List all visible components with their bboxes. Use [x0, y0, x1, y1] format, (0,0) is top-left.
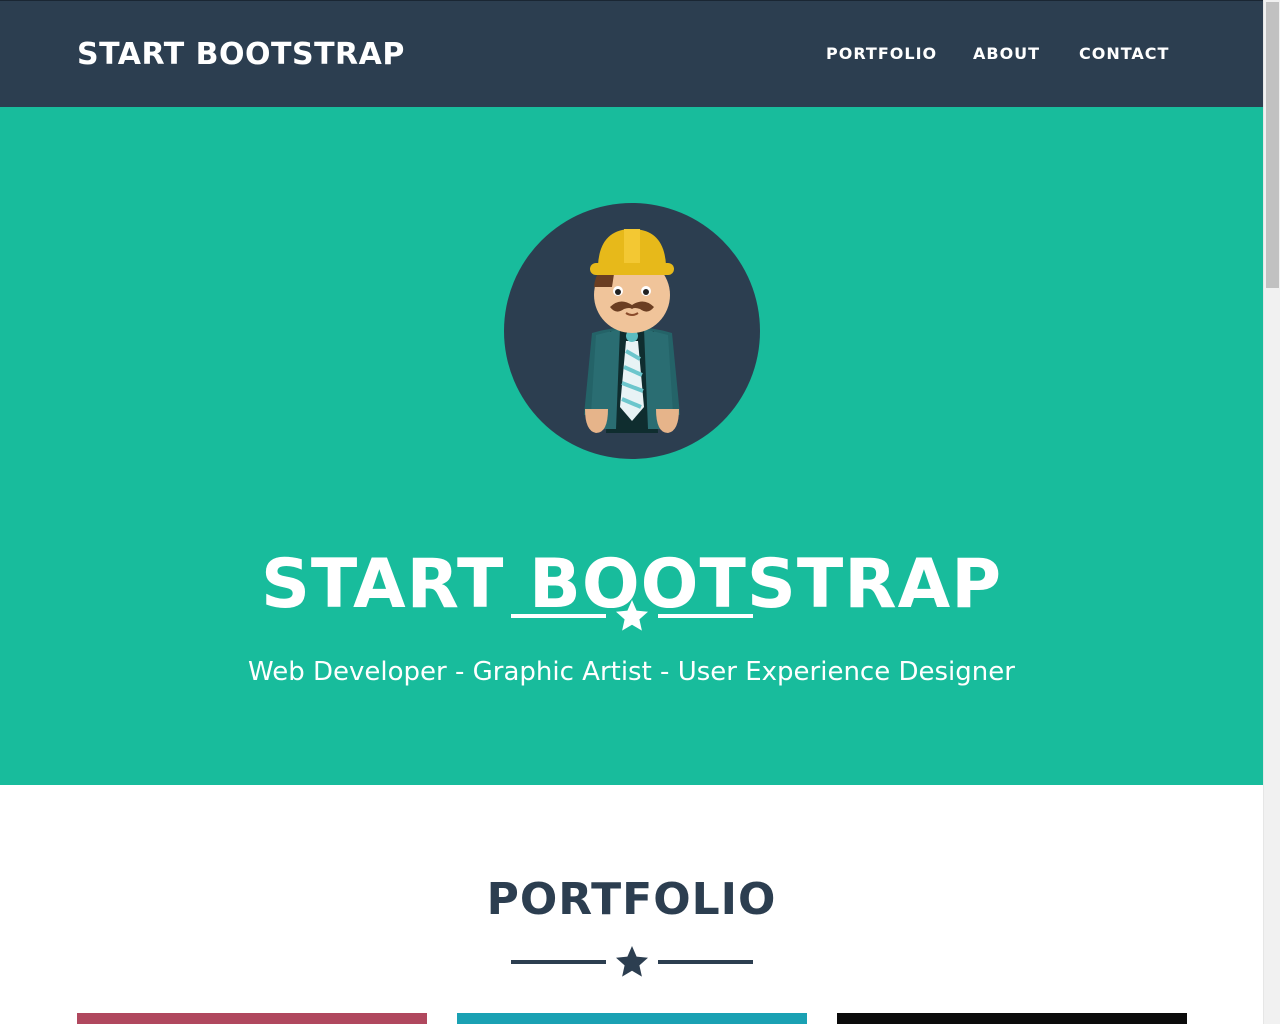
portfolio-item-2[interactable] — [457, 1013, 807, 1024]
divider-line — [658, 960, 753, 964]
scrollbar-thumb[interactable] — [1266, 2, 1279, 288]
divider-line — [658, 614, 753, 618]
divider-line — [511, 614, 606, 618]
vertical-scrollbar[interactable] — [1263, 0, 1280, 1024]
navbar: START BOOTSTRAP PORTFOLIO ABOUT CONTACT — [0, 0, 1263, 107]
portfolio-title: PORTFOLIO — [486, 874, 777, 925]
page: START BOOTSTRAP PORTFOLIO ABOUT CONTACT — [0, 0, 1263, 1024]
divider-line — [511, 960, 606, 964]
portfolio-item-1[interactable] — [77, 1013, 427, 1024]
nav-link-contact[interactable]: CONTACT — [1079, 44, 1169, 64]
navbar-brand[interactable]: START BOOTSTRAP — [77, 35, 405, 75]
star-icon — [616, 600, 648, 631]
masthead: START BOOTSTRAP Web Developer - Graphic … — [0, 107, 1263, 785]
hero-subtitle: Web Developer - Graphic Artist - User Ex… — [248, 657, 1015, 687]
portfolio-divider — [511, 942, 753, 982]
portfolio-item-3[interactable] — [837, 1013, 1187, 1024]
nav-link-portfolio[interactable]: PORTFOLIO — [826, 44, 937, 64]
nav-link-about[interactable]: ABOUT — [973, 44, 1040, 64]
hero-divider — [511, 596, 753, 636]
construction-worker-avatar-icon — [504, 203, 760, 459]
star-icon — [616, 946, 648, 977]
